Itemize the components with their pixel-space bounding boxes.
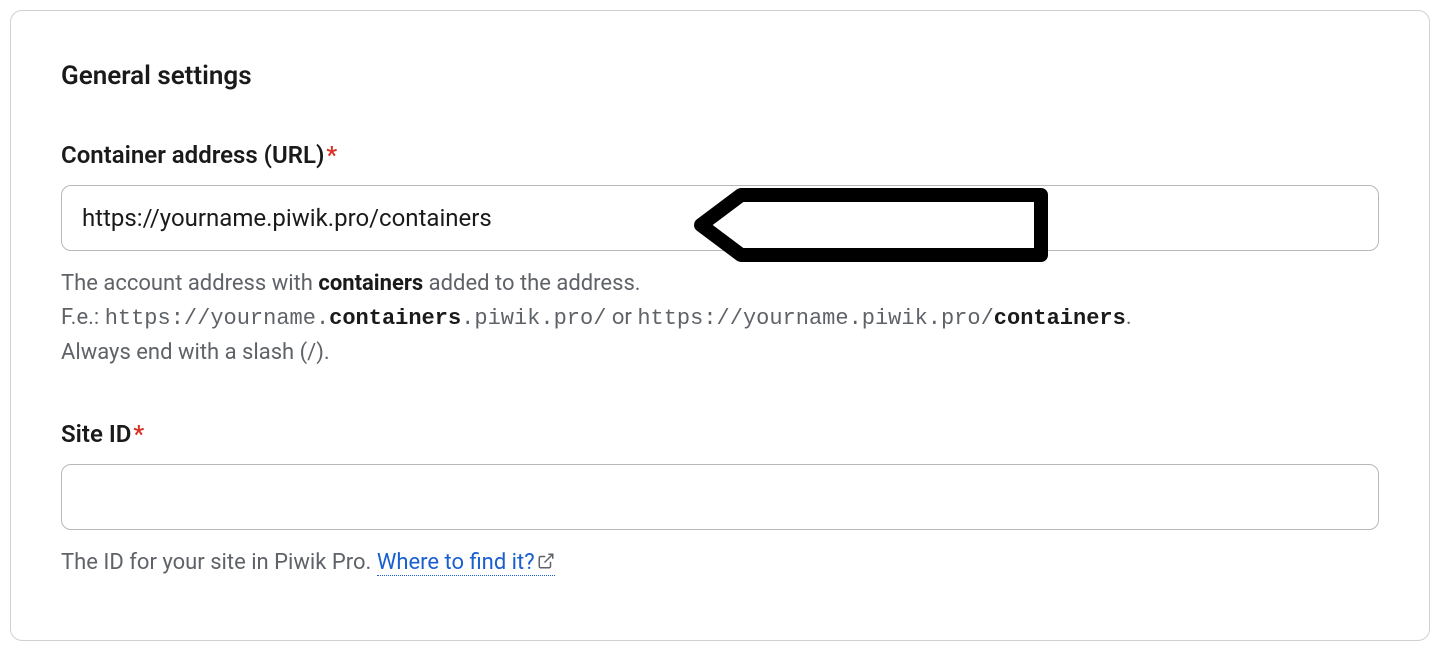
container-url-field-group: Container address (URL)* The account add… (61, 141, 1379, 370)
help-text-segment: or (606, 305, 637, 330)
help-text-bold: containers (318, 271, 423, 296)
help-mono-segment: .piwik.pro/ (461, 306, 606, 331)
section-title: General settings (61, 61, 1379, 91)
site-id-help: The ID for your site in Piwik Pro. Where… (61, 546, 1379, 580)
help-mono-bold: containers (329, 306, 461, 331)
help-text-segment: added to the address. (423, 271, 640, 296)
container-url-input-wrapper (61, 185, 1379, 251)
container-url-input[interactable] (61, 185, 1379, 251)
site-id-label: Site ID* (61, 420, 1379, 448)
help-text-segment: . (1126, 305, 1132, 330)
site-id-field-group: Site ID* The ID for your site in Piwik P… (61, 420, 1379, 580)
help-mono-bold: containers (994, 306, 1126, 331)
site-id-input[interactable] (61, 464, 1379, 530)
required-indicator: * (326, 141, 337, 169)
container-url-label: Container address (URL)* (61, 141, 1379, 169)
help-mono-segment: https://yourname. (105, 306, 329, 331)
help-text-segment: The account address with (61, 271, 318, 296)
help-mono-segment: https://yourname.piwik.pro/ (637, 306, 993, 331)
general-settings-panel: General settings Container address (URL)… (10, 10, 1430, 641)
help-text-segment: F.e.: (61, 305, 105, 330)
site-id-label-text: Site ID (61, 420, 131, 448)
help-text-segment: Always end with a slash (/). (61, 340, 330, 365)
where-to-find-link[interactable]: Where to find it? (377, 550, 555, 576)
help-link-text: Where to find it? (377, 550, 535, 575)
help-text-segment: The ID for your site in Piwik Pro. (61, 550, 377, 575)
required-indicator: * (133, 420, 144, 448)
container-url-help: The account address with containers adde… (61, 267, 1379, 370)
container-url-label-text: Container address (URL) (61, 141, 324, 169)
external-link-icon (537, 552, 555, 570)
